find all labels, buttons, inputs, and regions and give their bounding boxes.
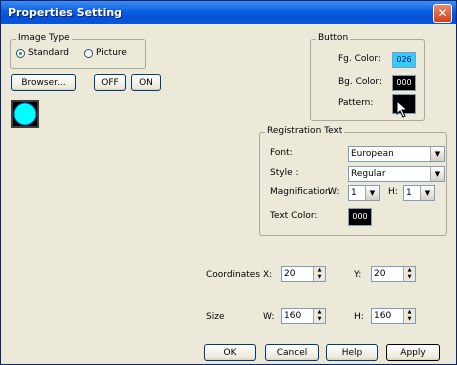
coordinates-x-value: 20 <box>284 269 296 279</box>
chevron-down-icon[interactable]: ▼ <box>430 167 444 181</box>
button-legend: Button <box>316 33 351 43</box>
text-color-swatch[interactable]: 000 <box>348 208 372 226</box>
button-group: Button Fg. Color: 026 Bg. Color: 000 Pat… <box>310 33 425 121</box>
size-w-label: W: <box>263 312 275 322</box>
radio-standard[interactable] <box>16 49 25 58</box>
font-dropdown[interactable]: European ▼ <box>348 146 445 162</box>
font-value: European <box>351 149 394 159</box>
help-button[interactable]: Help <box>326 344 378 361</box>
coordinates-y-label: Y: <box>354 270 362 280</box>
text-color-label: Text Color: <box>270 211 318 221</box>
coordinates-y-value: 20 <box>374 269 386 279</box>
image-type-group: Image Type Standard Picture <box>10 33 146 69</box>
bg-color-swatch[interactable]: 000 <box>392 75 416 91</box>
preview-box <box>11 100 39 128</box>
registration-text-group: Registration Text Font: European ▼ Style… <box>259 126 447 236</box>
image-type-legend: Image Type <box>16 33 72 43</box>
style-dropdown[interactable]: Regular ▼ <box>348 166 445 182</box>
spinner-icon[interactable]: ▲ ▼ <box>403 267 415 281</box>
radio-picture-label: Picture <box>96 48 127 58</box>
size-w-value: 160 <box>284 311 302 321</box>
bg-color-label: Bg. Color: <box>338 77 382 87</box>
coordinates-x-input[interactable]: 20 ▲ ▼ <box>281 266 326 282</box>
fg-color-label: Fg. Color: <box>338 54 381 64</box>
radio-picture[interactable] <box>84 49 93 58</box>
coordinates-y-input[interactable]: 20 ▲ ▼ <box>371 266 416 282</box>
mouse-cursor-icon <box>396 100 409 118</box>
size-w-input[interactable]: 160 ▲ ▼ <box>281 308 326 324</box>
size-h-input[interactable]: 160 ▲ ▼ <box>371 308 416 324</box>
ok-button[interactable]: OK <box>204 344 256 361</box>
spinner-icon[interactable]: ▲ ▼ <box>313 267 325 281</box>
magnification-h-label: H: <box>388 187 398 197</box>
size-h-value: 160 <box>374 311 392 321</box>
apply-button[interactable]: Apply <box>386 344 440 361</box>
fg-color-swatch[interactable]: 026 <box>392 52 416 68</box>
on-button[interactable]: ON <box>131 74 161 91</box>
style-label: Style : <box>270 168 299 178</box>
browser-button[interactable]: Browser... <box>11 74 76 91</box>
cancel-button[interactable]: Cancel <box>265 344 319 361</box>
magnification-h-value: 1 <box>406 188 412 198</box>
chevron-down-icon[interactable]: ▼ <box>430 147 444 161</box>
font-label: Font: <box>270 148 293 158</box>
off-button[interactable]: OFF <box>94 74 126 91</box>
spinner-icon[interactable]: ▲ ▼ <box>403 309 415 323</box>
preview-circle-icon <box>13 102 37 126</box>
close-icon[interactable]: ✕ <box>433 4 452 23</box>
magnification-h-dropdown[interactable]: 1 ▼ <box>403 185 435 201</box>
pattern-label: Pattern: <box>338 98 374 108</box>
coordinates-label: Coordinates <box>206 270 261 280</box>
window-title: Properties Setting <box>8 6 123 19</box>
magnification-w-label: W: <box>328 187 340 197</box>
size-h-label: H: <box>354 312 364 322</box>
magnification-label: Magnification <box>270 187 331 197</box>
radio-standard-label: Standard <box>28 48 69 58</box>
chevron-down-icon[interactable]: ▼ <box>420 186 434 200</box>
size-label: Size <box>206 312 225 322</box>
magnification-w-value: 1 <box>351 188 357 198</box>
registration-legend: Registration Text <box>265 126 345 136</box>
spinner-icon[interactable]: ▲ ▼ <box>313 309 325 323</box>
properties-dialog: Properties Setting ✕ Image Type Standard… <box>0 0 457 365</box>
magnification-w-dropdown[interactable]: 1 ▼ <box>348 185 380 201</box>
chevron-down-icon[interactable]: ▼ <box>365 186 379 200</box>
coordinates-x-label: X: <box>263 270 273 280</box>
title-bar: Properties Setting ✕ <box>1 1 456 24</box>
style-value: Regular <box>351 169 386 179</box>
